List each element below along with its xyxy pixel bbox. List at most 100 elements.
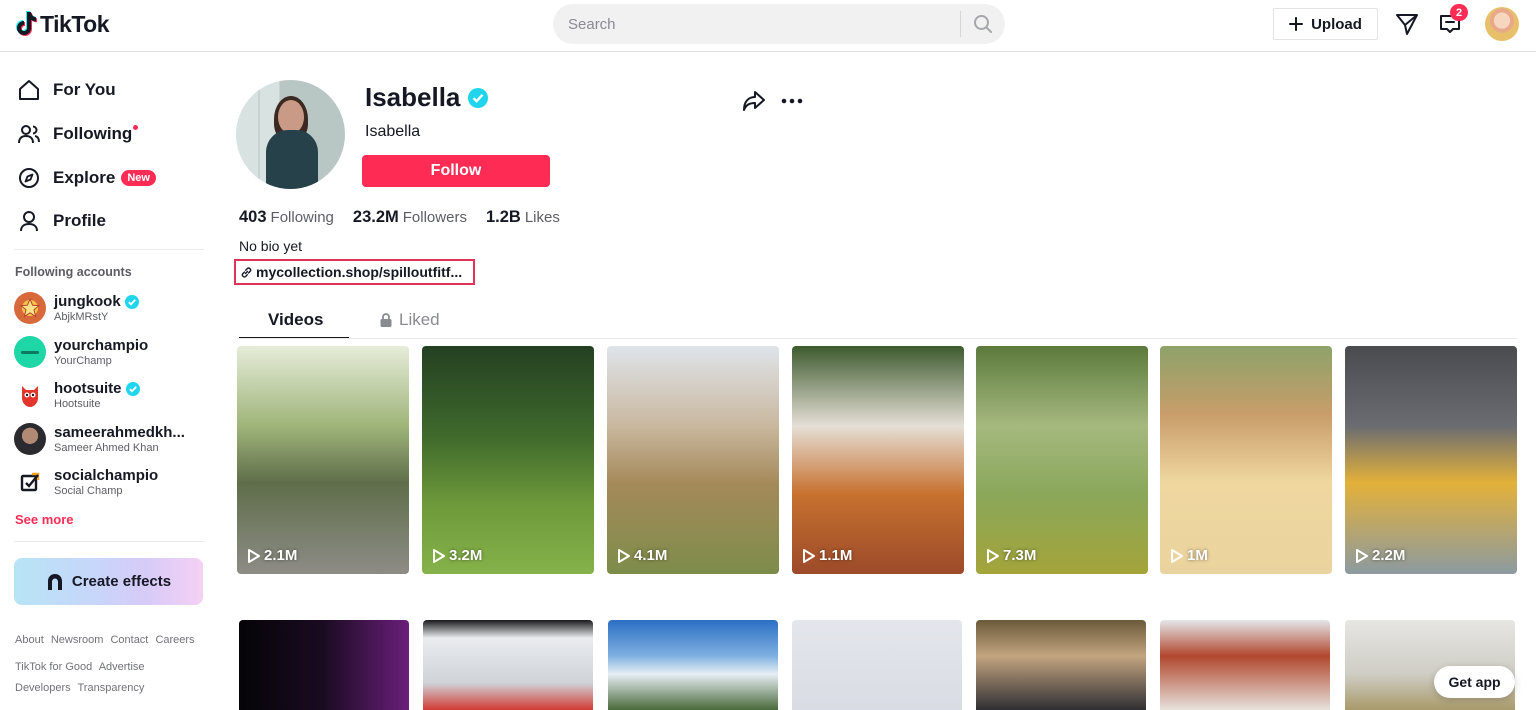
sidebar-divider [14, 249, 204, 250]
person-icon [20, 211, 38, 232]
get-app-button[interactable]: Get app [1434, 666, 1515, 698]
account-avatar [14, 292, 46, 324]
plus-icon [1289, 17, 1304, 31]
notification-dot [133, 124, 139, 130]
profile-tabs: Videos Liked [237, 305, 537, 339]
play-icon [618, 548, 630, 563]
followers-label: Followers [402, 209, 467, 226]
profile-bio: No bio yet [239, 238, 303, 254]
video-thumbnail[interactable] [608, 620, 778, 710]
video-views: 7.3M [986, 547, 1036, 564]
footer-links-row2: TikTok for Good Advertise [15, 661, 149, 673]
share-button[interactable] [742, 90, 766, 112]
tiktok-logo[interactable]: TikTok [14, 10, 110, 38]
stat-followers[interactable]: 23.2M Followers [353, 208, 467, 227]
search-button[interactable] [961, 4, 1005, 44]
nav-following[interactable]: Following [17, 122, 149, 146]
profile-link[interactable]: mycollection.shop/spilloutfitf... [234, 259, 475, 285]
account-name: yourchampio [54, 337, 149, 354]
tab-liked-label: Liked [399, 310, 440, 329]
account-avatar [14, 336, 46, 368]
video-views: 2.1M [247, 547, 297, 564]
tab-liked[interactable]: Liked [379, 310, 440, 330]
top-bar: TikTok Upload 2 [0, 0, 1536, 52]
star-icon [20, 298, 40, 318]
video-thumbnail[interactable] [239, 620, 409, 710]
profile-nickname: Isabella [365, 123, 421, 140]
account-hootsuite[interactable]: hootsuite Hootsuite [14, 376, 214, 414]
footer-careers[interactable]: Careers [155, 634, 194, 646]
account-socialchampio[interactable]: socialchampio Social Champ [14, 463, 214, 501]
lock-icon [380, 313, 392, 327]
video-thumbnail[interactable] [423, 620, 593, 710]
account-handle: YourChamp [54, 355, 112, 367]
account-avatar [14, 466, 46, 498]
views-count: 2.1M [264, 547, 298, 564]
footer-advertise[interactable]: Advertise [99, 661, 145, 673]
video-views: 1M [1170, 547, 1208, 564]
upload-button[interactable]: Upload [1273, 8, 1378, 40]
account-name: jungkook [54, 293, 121, 310]
account-name: socialchampio [54, 467, 159, 484]
tabs-divider [237, 338, 1517, 339]
tiktok-note-icon [16, 11, 37, 36]
new-tag: New [121, 170, 156, 186]
nav-profile[interactable]: Profile [17, 209, 106, 233]
nav-explore[interactable]: Explore New [17, 166, 156, 190]
account-yourchampio[interactable]: yourchampio YourChamp [14, 333, 214, 371]
footer-developers[interactable]: Developers [15, 682, 71, 694]
views-count: 7.3M [1003, 547, 1037, 564]
footer-links-row1: About Newsroom Contact Careers [15, 634, 199, 646]
nav-label: Profile [53, 211, 106, 230]
account-sameerahmedkhan[interactable]: sameerahmedkh... Sameer Ahmed Khan [14, 420, 214, 458]
following-accounts-title: Following accounts [15, 265, 132, 279]
video-thumbnail[interactable]: 7.3M [976, 346, 1148, 574]
video-thumbnail[interactable]: 1M [1160, 346, 1332, 574]
account-handle: AbjkMRstY [54, 311, 109, 323]
video-thumbnail[interactable]: 2.2M [1345, 346, 1517, 574]
stat-following[interactable]: 403 Following [239, 208, 334, 227]
footer-newsroom[interactable]: Newsroom [51, 634, 104, 646]
video-thumbnail[interactable]: 4.1M [607, 346, 779, 574]
footer-tiktok-for-good[interactable]: TikTok for Good [15, 661, 92, 673]
sidebar: For You Following Explore New Profile Fo… [0, 53, 220, 705]
play-icon [248, 548, 260, 563]
paper-plane-icon [1396, 14, 1418, 35]
video-thumbnail[interactable]: 2.1M [237, 346, 409, 574]
video-thumbnail[interactable] [976, 620, 1146, 710]
video-thumbnail[interactable] [792, 620, 962, 710]
footer-contact[interactable]: Contact [110, 634, 148, 646]
follow-button[interactable]: Follow [362, 155, 550, 187]
verified-icon [124, 294, 139, 309]
nav-for-you[interactable]: For You [17, 78, 116, 102]
tab-videos[interactable]: Videos [268, 310, 323, 330]
search-input[interactable] [553, 15, 960, 33]
account-jungkook[interactable]: jungkook AbjkMRstY [14, 289, 214, 327]
video-thumbnail[interactable]: 1.1M [792, 346, 964, 574]
stat-likes: 1.2B Likes [486, 208, 560, 227]
verified-icon [468, 87, 489, 108]
messages-button[interactable] [1394, 11, 1420, 37]
video-thumbnail[interactable] [1160, 620, 1330, 710]
followers-count: 23.2M [352, 208, 399, 226]
video-thumbnail[interactable]: 3.2M [422, 346, 594, 574]
likes-count: 1.2B [485, 208, 521, 226]
upload-label: Upload [1311, 15, 1362, 33]
following-label: Following [270, 209, 334, 226]
nav-label: Explore [53, 168, 116, 187]
user-avatar[interactable] [1485, 7, 1519, 41]
video-views: 2.2M [1355, 547, 1405, 564]
see-more-link[interactable]: See more [15, 512, 74, 527]
more-options-button[interactable] [780, 90, 804, 112]
create-effects-button[interactable]: Create effects [14, 558, 203, 605]
profile-username: Isabella [365, 82, 489, 113]
play-icon [987, 548, 999, 563]
play-icon [803, 548, 815, 563]
account-handle: Social Champ [54, 485, 123, 497]
footer-transparency[interactable]: Transparency [78, 682, 145, 694]
account-avatar [14, 423, 46, 455]
views-count: 3.2M [449, 547, 483, 564]
nav-label: For You [53, 80, 116, 99]
footer-about[interactable]: About [15, 634, 44, 646]
views-count: 1M [1187, 547, 1208, 564]
